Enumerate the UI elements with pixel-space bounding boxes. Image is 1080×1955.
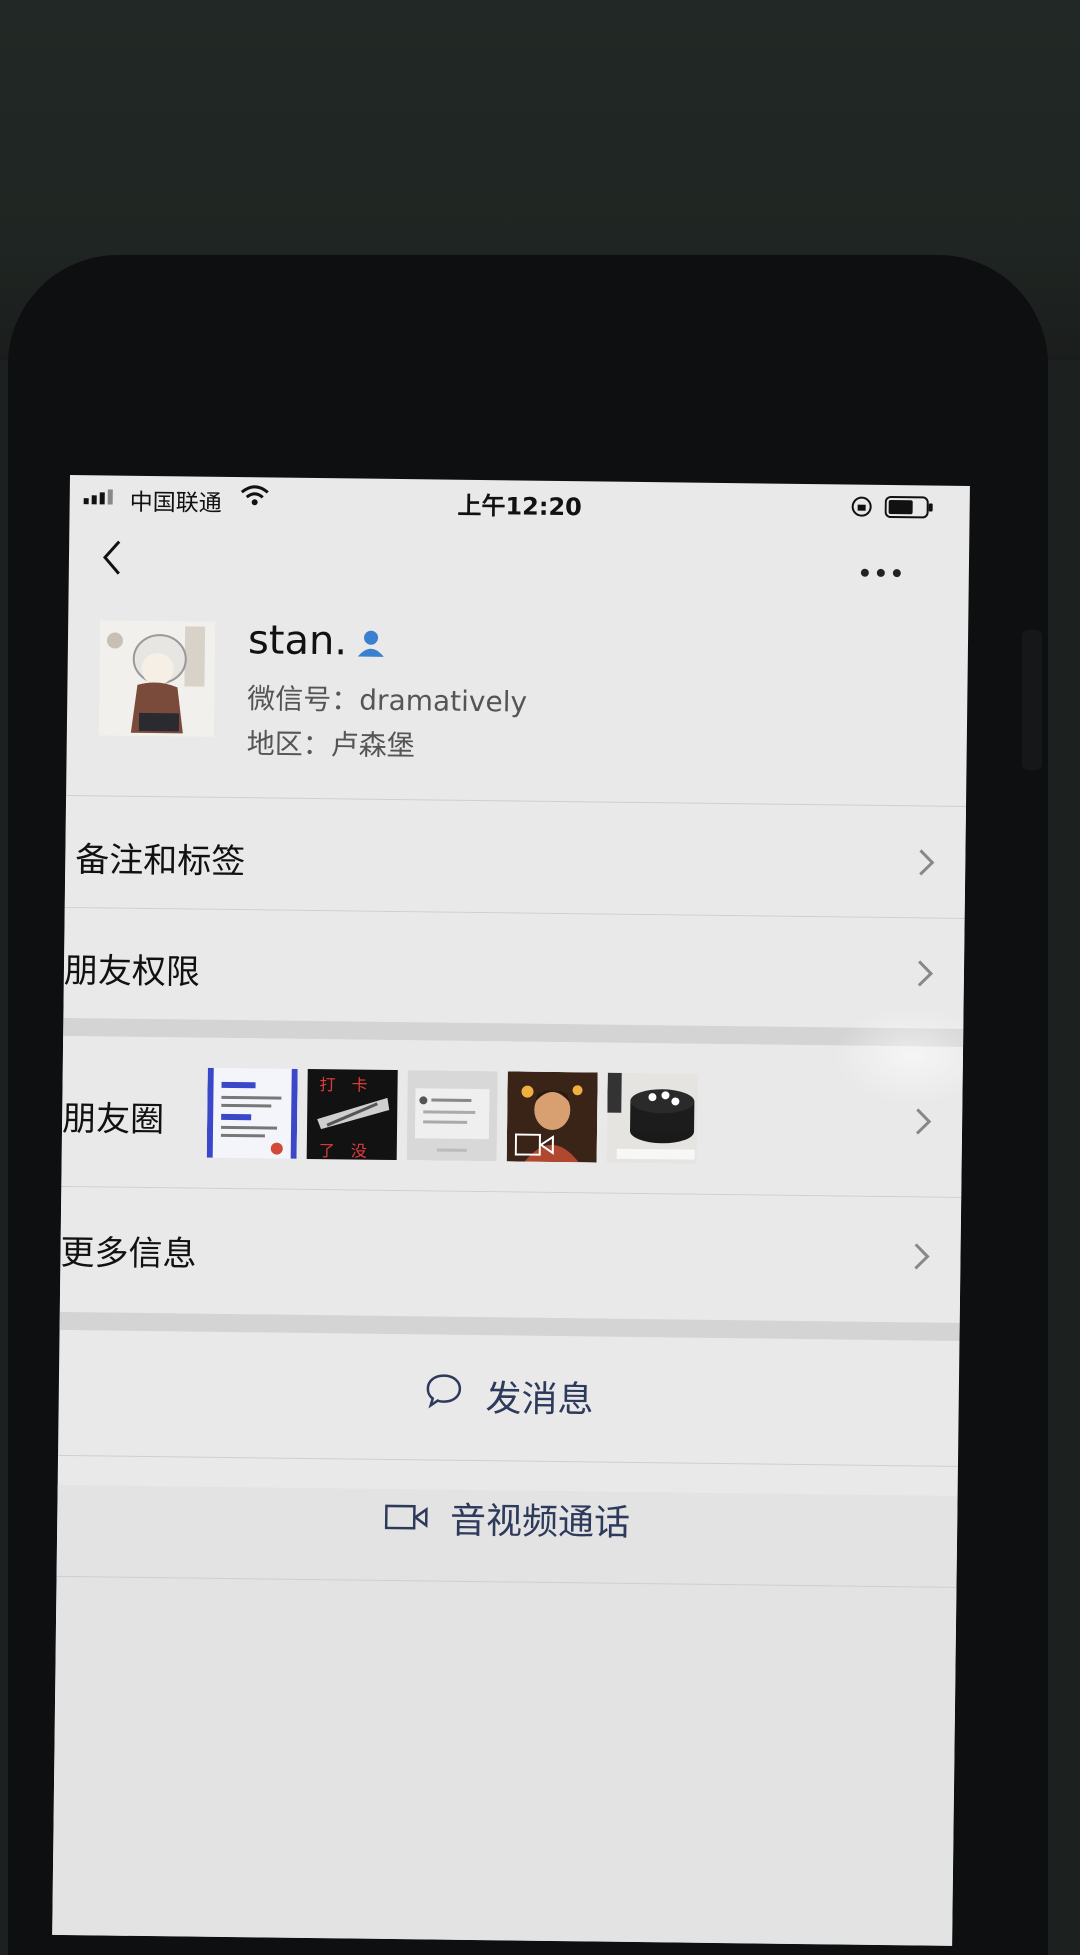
battery-icon: [884, 495, 934, 524]
row-remark-tags[interactable]: 备注和标签: [64, 796, 966, 918]
thumb-text: 了 没: [318, 1141, 367, 1161]
moments-thumbnail: [606, 1072, 698, 1164]
send-message-button[interactable]: 发消息: [58, 1330, 959, 1466]
send-message-label: 发消息: [485, 1378, 594, 1421]
row-label: 备注和标签: [75, 840, 246, 883]
chat-bubble-icon: [423, 1336, 465, 1461]
more-options-icon[interactable]: [859, 563, 903, 583]
avatar[interactable]: [98, 620, 216, 737]
region: 地区：卢森堡: [246, 727, 415, 763]
row-friend-permissions[interactable]: 朋友权限: [63, 907, 965, 1029]
row-label: 朋友圈: [61, 1098, 165, 1141]
rotation-lock-icon: [849, 495, 873, 523]
row-more-info[interactable]: 更多信息: [59, 1186, 962, 1323]
moments-thumbnails: 打 卡 了 没: [206, 1067, 698, 1164]
moments-thumbnail: 打 卡 了 没: [306, 1068, 398, 1161]
back-icon[interactable]: [99, 537, 126, 581]
row-label: 朋友权限: [63, 950, 201, 993]
moments-thumbnail: [406, 1070, 498, 1162]
chevron-right-icon: [916, 958, 934, 992]
moments-thumbnail: [206, 1067, 298, 1159]
video-call-label: 音视频通话: [449, 1500, 631, 1544]
chevron-right-icon: [917, 847, 935, 881]
row-moments[interactable]: 朋友圈 打 卡 了 没: [61, 1035, 964, 1197]
chevron-right-icon: [914, 1106, 932, 1140]
phone-screen: 中国联通 上午12:20 stan. 微信号：dramatively 地区：卢森…: [52, 475, 970, 1946]
verified-user-icon: [356, 629, 386, 663]
profile-name: stan.: [247, 617, 348, 665]
status-time: 上午12:20: [457, 491, 583, 522]
video-camera-icon: [384, 1461, 429, 1582]
moments-thumbnail: [506, 1071, 598, 1163]
thumb-text: 打 卡: [319, 1075, 368, 1095]
video-icon: [514, 1133, 555, 1159]
video-call-button[interactable]: 音视频通话: [57, 1456, 958, 1587]
row-label: 更多信息: [60, 1232, 197, 1275]
phone-side-button: [1022, 630, 1042, 770]
wechat-id: 微信号：dramatively: [247, 682, 528, 719]
chevron-right-icon: [912, 1241, 930, 1275]
